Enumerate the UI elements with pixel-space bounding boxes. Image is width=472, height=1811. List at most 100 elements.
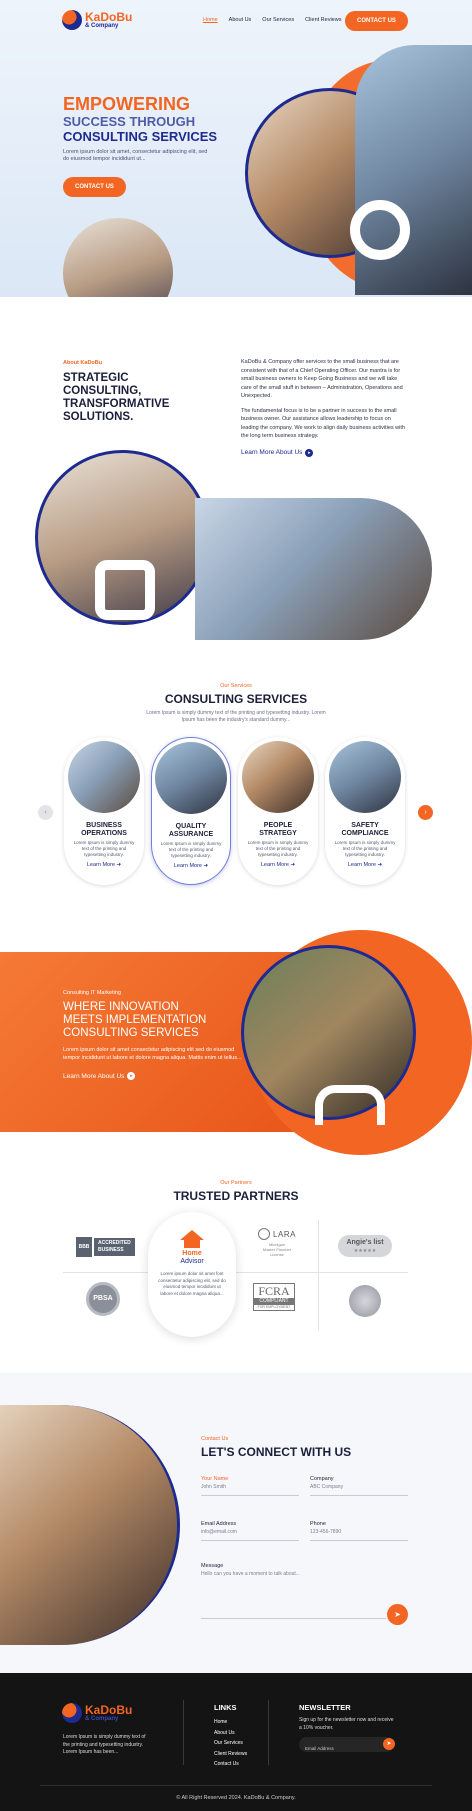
hero-desc-2: do eiusmod tempor incididunt ut...: [63, 156, 146, 162]
nav-contact-button[interactable]: CONTACT US: [345, 11, 408, 31]
logo[interactable]: KaDoBu & Company: [62, 10, 132, 30]
about-paragraph-2: The fundamental focus is to be a partner…: [241, 407, 405, 440]
footer-link-about[interactable]: About Us: [214, 1728, 247, 1739]
service-card-link-label: Learn More: [86, 862, 115, 868]
about-learn-more-label: Learn More About Us: [241, 449, 303, 456]
service-card-text: Lorem Ipsum is simply dummy text of the …: [73, 840, 135, 857]
hero-desc-1: Lorem ipsum dolor sit amet, consectetur …: [63, 149, 208, 155]
home-advisor-text: Lorem ipsum dolor sit amet font consecte…: [158, 1271, 226, 1296]
nav-item-reviews[interactable]: Client Reviews: [305, 17, 341, 23]
partners-eyebrow: Our Partners: [220, 1180, 252, 1186]
service-card-link-label: Learn More: [173, 863, 202, 869]
it-puzzle-white: [315, 1085, 385, 1125]
footer-newsletter: NEWSLETTER Sign up for the newsletter no…: [299, 1703, 394, 1732]
about-heading-1: STRATEGIC: [63, 372, 129, 384]
service-card-image: [242, 741, 314, 813]
services-desc-1: Lorem Ipsum is simply dummy text of the …: [146, 710, 326, 716]
service-card-text: Lorem Ipsum is simply dummy text of the …: [334, 840, 396, 857]
nav-item-about[interactable]: About Us: [229, 17, 252, 23]
name-field[interactable]: Your Name John Smith: [201, 1476, 299, 1496]
bbb-badge: ACCREDITED BUSINESS: [94, 1238, 135, 1256]
service-card-link[interactable]: Learn More ➜: [325, 862, 405, 868]
hero-text: EMPOWERING SUCCESS THROUGH CONSULTING SE…: [63, 95, 217, 163]
it-heading-2: MEETS IMPLEMENTATION: [63, 1014, 207, 1026]
bbb-tag: BBB: [76, 1237, 92, 1257]
footer-link-home[interactable]: Home: [214, 1717, 247, 1728]
footer-link-reviews[interactable]: Client Reviews: [214, 1749, 247, 1760]
footer-logo[interactable]: KaDoBu & Company: [62, 1703, 132, 1723]
footer-link-contact[interactable]: Contact Us: [214, 1759, 247, 1770]
home-advisor-card[interactable]: Home Advisor Lorem ipsum dolor sit amet …: [148, 1212, 236, 1337]
carousel-prev-button[interactable]: ‹: [38, 805, 53, 820]
newsletter-submit-button[interactable]: ➤: [383, 1738, 395, 1750]
partners-grid-vline: [318, 1220, 319, 1330]
about-heading-2: CONSULTING,: [63, 385, 142, 397]
home-icon-body: [184, 1240, 200, 1248]
footer-link-services[interactable]: Our Services: [214, 1738, 247, 1749]
service-card-image: [68, 741, 140, 813]
service-card[interactable]: PEOPLE STRATEGY Lorem Ipsum is simply du…: [238, 737, 318, 885]
service-card-title: SAFETY COMPLIANCE: [325, 822, 405, 838]
newsletter-desc-2: a 10% voucher.: [299, 1724, 334, 1731]
service-card-link-label: Learn More: [347, 862, 376, 868]
nav-item-services[interactable]: Our Services: [262, 17, 294, 23]
pbsa-logo: PBSA: [86, 1282, 120, 1316]
it-eyebrow: Consulting IT Marketing: [63, 990, 121, 996]
about-heading-3: TRANSFORMATIVE: [63, 398, 170, 410]
message-field-placeholder: Hello can you have a moment to talk abou…: [201, 1571, 300, 1577]
award-badge-icon: [349, 1285, 381, 1317]
carousel-next-button[interactable]: ›: [418, 805, 433, 820]
home-advisor-line-1: Home: [182, 1250, 202, 1257]
about-heading-4: SOLUTIONS.: [63, 411, 134, 423]
about-handshake-image: [195, 498, 432, 640]
service-card-image: [155, 742, 227, 814]
service-card-link[interactable]: Learn More ➜: [152, 863, 230, 869]
company-field[interactable]: Company ABC Company: [310, 1476, 408, 1496]
service-card-text: Lorem Ipsum is simply dummy text of the …: [160, 841, 222, 858]
arrow-circle-icon: ➜: [377, 862, 383, 868]
service-card[interactable]: QUALITY ASSURANCE Lorem Ipsum is simply …: [151, 737, 231, 885]
angies-list-logo: Angie's list ★★★★★: [338, 1235, 392, 1257]
email-field-placeholder: info@email.com: [201, 1529, 237, 1535]
newsletter-desc-1: Sign up for the newsletter now and recei…: [299, 1717, 394, 1723]
service-card-title: PEOPLE STRATEGY: [238, 822, 318, 838]
phone-field-label: Phone: [310, 1521, 326, 1527]
it-learn-more-link[interactable]: Learn More About Us ▸: [63, 1072, 248, 1080]
phone-field-placeholder: 123-456-7890: [310, 1529, 342, 1535]
send-button[interactable]: ➤: [387, 1604, 408, 1625]
service-card-title-1: SAFETY: [351, 822, 379, 829]
pbsa-label: PBSA: [93, 1295, 113, 1302]
home-icon: [180, 1230, 204, 1240]
it-learn-more-label: Learn More About Us: [63, 1072, 125, 1080]
lara-seal-icon: [258, 1228, 271, 1240]
footer-links-title: LINKS: [214, 1703, 237, 1712]
it-desc: Lorem ipsum dolor sit amet consectetur a…: [63, 1047, 242, 1061]
service-card-link[interactable]: Learn More ➜: [238, 862, 318, 868]
footer-brand-name: KaDoBu: [85, 1702, 133, 1717]
contact-header: Contact Us LET'S CONNECT WITH US: [201, 1436, 351, 1459]
nav-item-home[interactable]: Home: [203, 17, 218, 23]
service-card[interactable]: SAFETY COMPLIANCE Lorem Ipsum is simply …: [325, 737, 405, 885]
footer-bottom-line: [40, 1785, 432, 1786]
it-heading: WHERE INNOVATION MEETS IMPLEMENTATION CO…: [63, 1001, 248, 1040]
email-field[interactable]: Email Address info@email.com: [201, 1521, 299, 1541]
message-field[interactable]: Message Hello can you have a moment to t…: [201, 1563, 386, 1619]
hero-small-image: [63, 218, 173, 297]
fcra-line-2: COMPLIANT: [254, 1298, 294, 1305]
footer-desc: Lorem Ipsum is simply dummy text of the …: [63, 1734, 146, 1757]
service-card-title-1: BUSINESS: [86, 822, 122, 829]
service-card-title-2: COMPLIANCE: [341, 830, 389, 837]
newsletter-title: NEWSLETTER: [299, 1703, 351, 1712]
hero-contact-button[interactable]: CONTACT US: [63, 177, 126, 197]
service-card[interactable]: BUSINESS OPERATIONS Lorem Ipsum is simpl…: [64, 737, 144, 885]
about-learn-more-link[interactable]: Learn More About Us ▸: [241, 448, 406, 457]
footer-links: LINKS Home About Us Our Services Client …: [214, 1703, 247, 1770]
service-card-link[interactable]: Learn More ➜: [64, 862, 144, 868]
phone-field[interactable]: Phone 123-456-7890: [310, 1521, 408, 1541]
hero-line-3: CONSULTING SERVICES: [63, 129, 218, 144]
partners-header: Our Partners TRUSTED PARTNERS: [0, 1180, 472, 1203]
footer-divider: [183, 1700, 184, 1765]
footer-desc-3: Lorem Ipsum has been...: [63, 1749, 119, 1755]
fcra-label: FCRA: [258, 1284, 290, 1298]
newsletter-email-input[interactable]: Email Address: [299, 1737, 394, 1752]
